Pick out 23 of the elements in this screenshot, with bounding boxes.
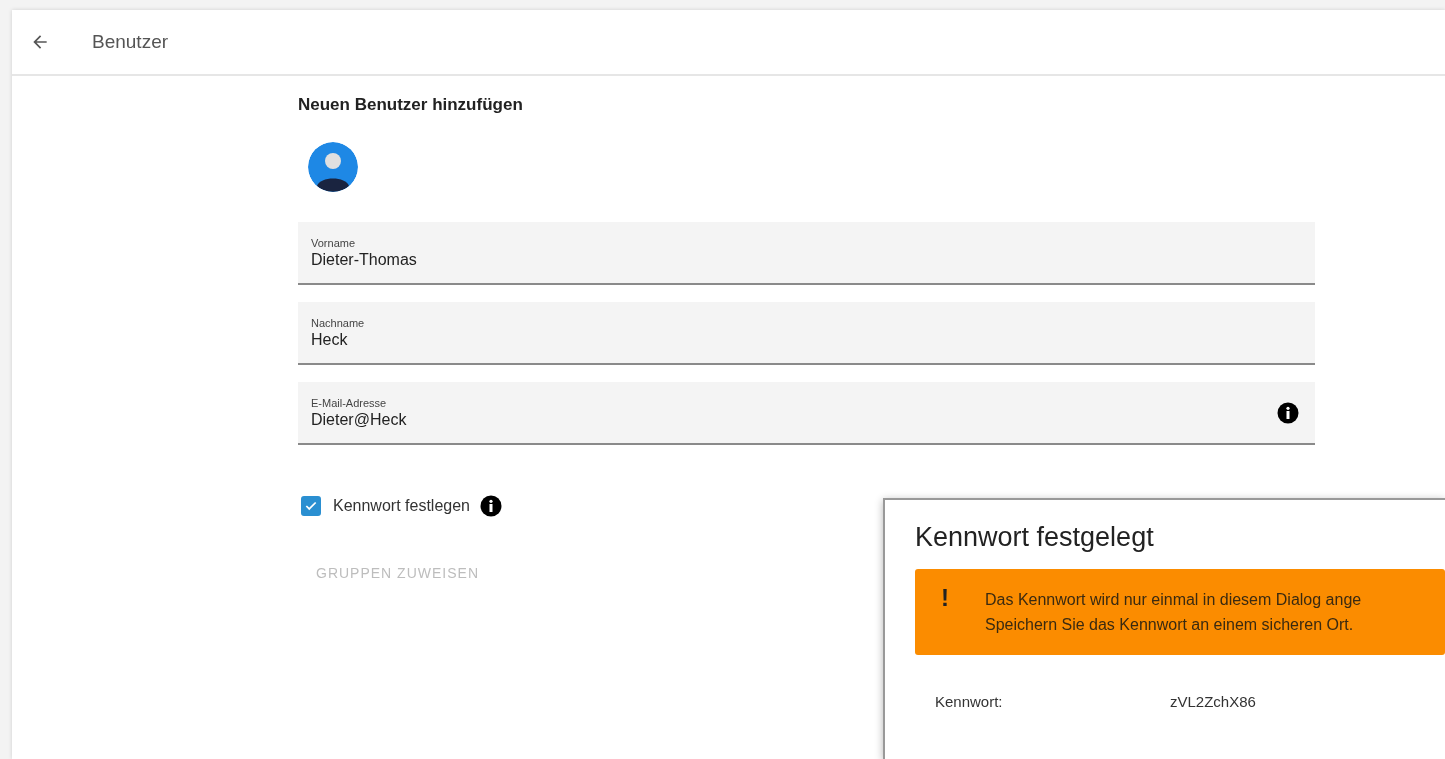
- field-label: E-Mail-Adresse: [311, 396, 388, 409]
- input-field[interactable]: E-Mail-Adresse Dieter@Heck: [298, 382, 1315, 445]
- page-title: Benutzer: [92, 31, 169, 53]
- warning-text: Speichern Sie das Kennwort an einem sicheren Ort.: [985, 615, 1355, 635]
- checkbox-label: Kennwort festlegen: [333, 497, 470, 515]
- check-icon: [304, 499, 318, 513]
- exclamation-icon: !: [941, 587, 985, 637]
- input-field[interactable]: Nachname Heck: [298, 302, 1315, 365]
- field-value: Dieter@Heck: [311, 410, 407, 429]
- field-value: Heck: [311, 330, 349, 349]
- info-icon[interactable]: [480, 495, 502, 517]
- field-label: Nachname: [311, 316, 365, 329]
- field-value: Dieter-Thomas: [311, 250, 417, 269]
- avatar: [308, 142, 358, 192]
- password-label: Kennwort:: [935, 693, 1004, 710]
- form-heading: Neuen Benutzer hinzufügen: [298, 95, 523, 115]
- warning-text: Das Kennwort wird nur einmal in diesem Dialog ange: [985, 590, 1362, 610]
- dialog-title: Kennwort festgelegt: [915, 522, 1155, 553]
- input-field[interactable]: Vorname Dieter-Thomas: [298, 222, 1315, 285]
- field-label: Vorname: [311, 236, 357, 249]
- checkbox[interactable]: [301, 496, 321, 516]
- info-icon[interactable]: [1277, 401, 1299, 424]
- password-value: zVL2ZchX86: [1170, 693, 1256, 710]
